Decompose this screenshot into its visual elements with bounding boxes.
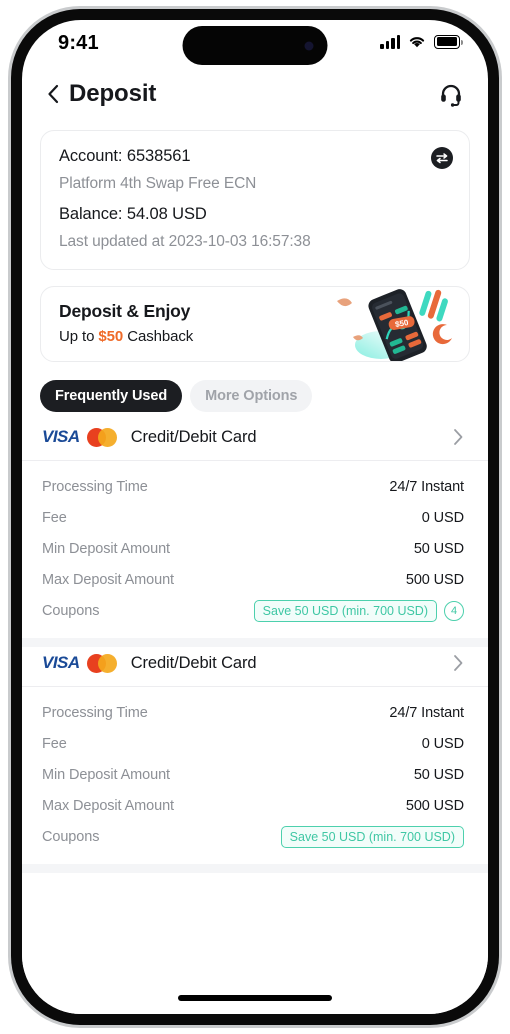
status-bar: 9:41 <box>22 20 488 68</box>
detail-label: Processing Time <box>42 478 148 495</box>
scroll-content: Account: 6538561 Platform 4th Swap Free … <box>22 120 488 1014</box>
detail-label: Fee <box>42 509 67 526</box>
promo-sub-suffix: Cashback <box>123 328 194 345</box>
account-last-updated: Last updated at 2023-10-03 16:57:38 <box>59 233 311 250</box>
detail-row: Min Deposit Amount 50 USD <box>42 759 464 790</box>
mastercard-icon <box>86 653 117 673</box>
tab-frequently-used[interactable]: Frequently Used <box>40 380 183 412</box>
promo-sub-prefix: Up to <box>59 328 99 345</box>
detail-label: Max Deposit Amount <box>42 571 174 588</box>
chevron-right-icon[interactable] <box>453 428 464 446</box>
detail-label: Min Deposit Amount <box>42 766 170 783</box>
status-icons <box>380 34 463 49</box>
detail-row: Max Deposit Amount 500 USD <box>42 790 464 821</box>
card-brand-logos: VISA <box>42 427 117 447</box>
detail-value: 0 USD <box>421 735 464 752</box>
cellular-signal-icon <box>380 34 400 49</box>
battery-icon <box>434 34 463 49</box>
detail-row: Max Deposit Amount 500 USD <box>42 564 464 595</box>
payment-method-name: Credit/Debit Card <box>130 427 257 446</box>
account-number: Account: 6538561 <box>59 147 191 165</box>
coupon-count-badge[interactable]: 4 <box>444 600 464 621</box>
coupon-chip[interactable]: Save 50 USD (min. 700 USD) <box>253 599 437 622</box>
nav-header: Deposit <box>22 68 488 120</box>
phone-bezel: 9:41 Deposit Account: 6538561 Platform 4… <box>11 9 499 1025</box>
detail-label: Min Deposit Amount <box>42 540 170 557</box>
filter-tabs: Frequently Used More Options <box>22 362 488 412</box>
detail-value: 24/7 Instant <box>389 478 464 495</box>
payment-method-name: Credit/Debit Card <box>130 653 257 672</box>
headset-icon[interactable] <box>438 81 464 107</box>
detail-row: Min Deposit Amount 50 USD <box>42 533 464 564</box>
promo-amount: $50 <box>98 328 124 345</box>
detail-value: 500 USD <box>405 571 464 588</box>
detail-value: 24/7 Instant <box>389 704 464 721</box>
promo-banner[interactable]: Deposit & Enjoy Up to $50 Cashback $50 <box>40 286 470 362</box>
payment-method-header[interactable]: VISA Credit/Debit Card <box>22 427 488 461</box>
detail-row: Processing Time 24/7 Instant <box>42 471 464 502</box>
status-time: 9:41 <box>58 32 99 54</box>
visa-icon: VISA <box>42 427 80 446</box>
payment-method-block: VISA Credit/Debit Card Processing Time 2… <box>22 653 488 864</box>
payment-method-block: VISA Credit/Debit Card Processing Time 2… <box>22 427 488 638</box>
promo-subtitle: Up to $50 Cashback <box>59 328 193 345</box>
wifi-icon <box>409 37 425 48</box>
section-separator <box>22 864 488 873</box>
coupons-row: Coupons Save 50 USD (min. 700 USD) 4 <box>42 595 464 626</box>
card-brand-logos: VISA <box>42 653 117 673</box>
account-card[interactable]: Account: 6538561 Platform 4th Swap Free … <box>40 130 470 270</box>
page-title: Deposit <box>69 80 157 107</box>
front-camera-icon <box>304 41 314 50</box>
mastercard-icon <box>86 427 117 447</box>
coupon-group: Save 50 USD (min. 700 USD) 4 <box>253 599 464 622</box>
detail-row: Fee 0 USD <box>42 728 464 759</box>
coupons-row: Coupons Save 50 USD (min. 700 USD) <box>42 821 464 852</box>
visa-icon: VISA <box>42 653 80 672</box>
detail-label: Fee <box>42 735 67 752</box>
promo-title: Deposit & Enjoy <box>59 301 191 321</box>
coupon-chip[interactable]: Save 50 USD (min. 700 USD) <box>280 825 464 848</box>
back-button[interactable] <box>44 83 62 105</box>
account-platform: Platform 4th Swap Free ECN <box>59 175 257 192</box>
detail-row: Fee 0 USD <box>42 502 464 533</box>
detail-value: 500 USD <box>405 797 464 814</box>
account-balance: Balance: 54.08 USD <box>59 205 207 223</box>
payment-method-details: Processing Time 24/7 Instant Fee 0 USD M… <box>22 461 488 638</box>
coupon-group: Save 50 USD (min. 700 USD) <box>280 825 464 848</box>
payment-method-details: Processing Time 24/7 Instant Fee 0 USD M… <box>22 687 488 864</box>
detail-label: Processing Time <box>42 704 148 721</box>
coupons-label: Coupons <box>42 602 100 619</box>
detail-value: 50 USD <box>413 540 464 557</box>
section-separator <box>22 638 488 647</box>
detail-value: 0 USD <box>421 509 464 526</box>
phone-device-frame: 9:41 Deposit Account: 6538561 Platform 4… <box>8 6 502 1028</box>
home-indicator[interactable] <box>178 995 332 1001</box>
chevron-right-icon[interactable] <box>453 654 464 672</box>
phone-screen: 9:41 Deposit Account: 6538561 Platform 4… <box>22 20 488 1014</box>
coupons-label: Coupons <box>42 828 100 845</box>
payment-method-header[interactable]: VISA Credit/Debit Card <box>22 653 488 687</box>
trading-phone-illustration: $50 <box>337 289 452 361</box>
tab-more-options[interactable]: More Options <box>190 380 313 412</box>
swap-account-icon[interactable] <box>431 147 453 169</box>
detail-row: Processing Time 24/7 Instant <box>42 697 464 728</box>
detail-value: 50 USD <box>413 766 464 783</box>
dynamic-island <box>182 26 328 65</box>
detail-label: Max Deposit Amount <box>42 797 174 814</box>
